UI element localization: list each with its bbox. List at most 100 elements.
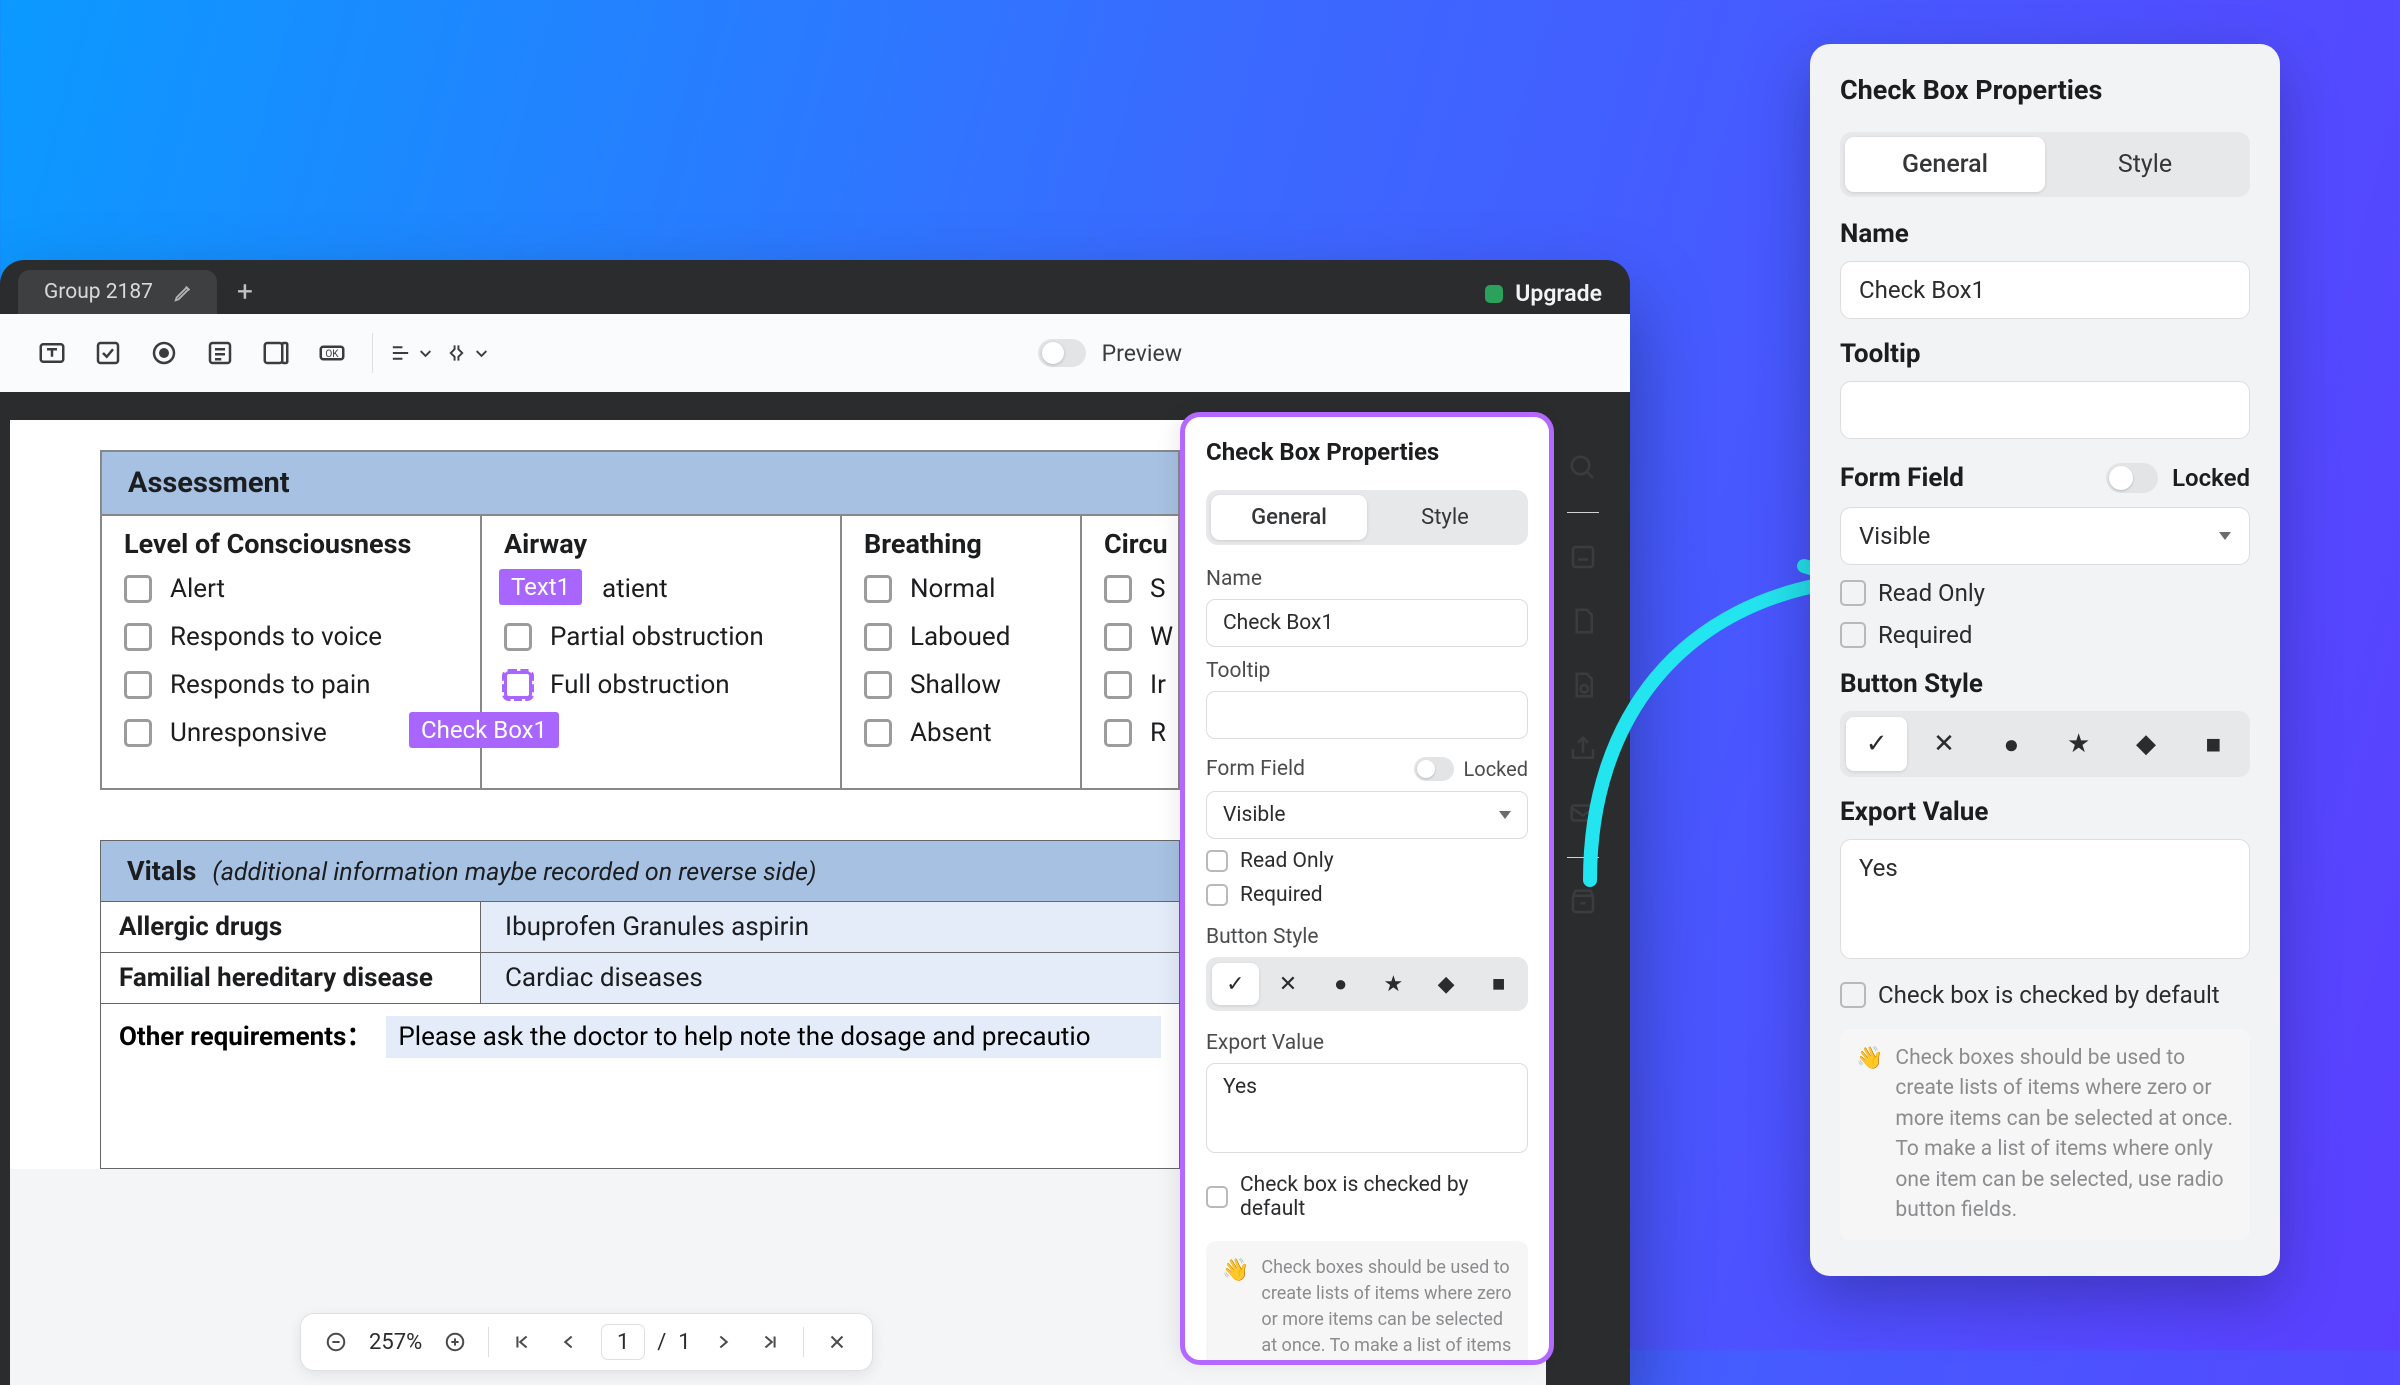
combo-box-tool[interactable] xyxy=(252,329,300,377)
preview-toggle[interactable]: Preview xyxy=(1038,339,1182,367)
right-tool-strip xyxy=(1546,430,1620,922)
vitals-row: Familial hereditary disease Cardiac dise… xyxy=(100,953,1180,1004)
list-box-tool[interactable] xyxy=(196,329,244,377)
style-circle[interactable]: ● xyxy=(1981,717,2042,771)
style-check[interactable]: ✓ xyxy=(1212,963,1259,1005)
visibility-select[interactable]: Visible xyxy=(1840,507,2250,565)
checkbox-label: Unresponsive xyxy=(170,718,327,748)
export-label: Export Value xyxy=(1206,1031,1528,1055)
field-badge-text1: Text1 xyxy=(499,569,582,605)
style-cross[interactable]: ✕ xyxy=(1265,963,1312,1005)
style-star[interactable]: ★ xyxy=(1370,963,1417,1005)
tools-dropdown[interactable] xyxy=(445,329,493,377)
tooltip-label: Tooltip xyxy=(1206,659,1528,683)
first-page-button[interactable] xyxy=(509,1329,535,1355)
share-icon[interactable] xyxy=(1563,729,1603,769)
pencil-icon[interactable] xyxy=(173,281,195,303)
visibility-value: Visible xyxy=(1859,522,1930,550)
export-value-input[interactable] xyxy=(1840,839,2250,959)
tab-general[interactable]: General xyxy=(1211,495,1367,540)
checkbox-tool[interactable] xyxy=(84,329,132,377)
upgrade-button[interactable]: Upgrade xyxy=(1485,280,1602,307)
locked-toggle[interactable] xyxy=(2106,463,2158,493)
assessment-heading: Assessment xyxy=(100,450,1180,514)
default-checked-checkbox[interactable] xyxy=(1840,982,1866,1008)
last-page-button[interactable] xyxy=(757,1329,783,1355)
zoom-in-button[interactable] xyxy=(442,1329,468,1355)
checkbox-row: Laboued xyxy=(864,622,1058,652)
checkbox-label: Absent xyxy=(910,718,992,748)
button-tool[interactable]: OK xyxy=(308,329,356,377)
checkbox[interactable] xyxy=(864,671,892,699)
checkbox-row: Alert xyxy=(124,574,458,604)
other-value[interactable]: Please ask the doctor to help note the d… xyxy=(386,1016,1161,1058)
style-check[interactable]: ✓ xyxy=(1846,717,1907,771)
selected-checkbox[interactable] xyxy=(504,671,532,699)
checkbox[interactable] xyxy=(864,575,892,603)
preview-label: Preview xyxy=(1102,340,1182,367)
new-tab-button[interactable]: + xyxy=(221,269,269,314)
radio-tool[interactable] xyxy=(140,329,188,377)
default-checked-checkbox[interactable] xyxy=(1206,1186,1228,1208)
archive-icon[interactable] xyxy=(1563,882,1603,922)
style-circle[interactable]: ● xyxy=(1317,963,1364,1005)
vitals-note: (additional information maybe recorded o… xyxy=(212,858,816,887)
checkbox[interactable] xyxy=(504,623,532,651)
tab-style[interactable]: Style xyxy=(2045,137,2245,192)
checkbox[interactable] xyxy=(1104,719,1132,747)
checkbox[interactable] xyxy=(1104,671,1132,699)
prev-page-button[interactable] xyxy=(555,1329,581,1355)
tab-general[interactable]: General xyxy=(1845,137,2045,192)
readonly-checkbox[interactable] xyxy=(1206,850,1228,872)
mail-icon[interactable] xyxy=(1563,793,1603,833)
checkbox[interactable] xyxy=(864,623,892,651)
name-input[interactable] xyxy=(1840,261,2250,319)
visibility-select[interactable]: Visible xyxy=(1206,791,1528,839)
upgrade-badge-icon xyxy=(1485,285,1503,303)
checkbox[interactable] xyxy=(864,719,892,747)
checkbox[interactable] xyxy=(124,719,152,747)
checkbox[interactable] xyxy=(1104,623,1132,651)
row-value[interactable]: Cardiac diseases xyxy=(481,953,1179,1003)
document-tab[interactable]: Group 2187 xyxy=(18,270,217,314)
buttonstyle-label: Button Style xyxy=(1840,669,2250,699)
page-settings-icon[interactable] xyxy=(1563,665,1603,705)
other-requirements: Other requirements： Please ask the docto… xyxy=(100,1004,1180,1169)
checkbox[interactable] xyxy=(1104,575,1132,603)
vitals-row: Allergic drugs Ibuprofen Granules aspiri… xyxy=(100,902,1180,953)
next-page-button[interactable] xyxy=(711,1329,737,1355)
locked-toggle[interactable] xyxy=(1414,757,1454,781)
checkbox-row: Absent xyxy=(864,718,1058,748)
tooltip-input[interactable] xyxy=(1206,691,1528,739)
locked-label: Locked xyxy=(1464,757,1528,781)
tooltip-input[interactable] xyxy=(1840,381,2250,439)
style-diamond[interactable]: ◆ xyxy=(1423,963,1470,1005)
search-icon[interactable] xyxy=(1563,448,1603,488)
export-value-input[interactable] xyxy=(1206,1063,1528,1153)
text-field-tool[interactable] xyxy=(28,329,76,377)
panel-tabs: General Style xyxy=(1840,132,2250,197)
required-checkbox[interactable] xyxy=(1206,884,1228,906)
zoom-out-button[interactable] xyxy=(323,1329,349,1355)
checkbox[interactable] xyxy=(124,575,152,603)
close-bar-button[interactable] xyxy=(824,1329,850,1355)
style-star[interactable]: ★ xyxy=(2048,717,2109,771)
style-cross[interactable]: ✕ xyxy=(1913,717,1974,771)
ocr-icon[interactable] xyxy=(1563,537,1603,577)
app-window: Group 2187 + Upgrade OK Preview xyxy=(0,260,1630,1385)
name-label: Name xyxy=(1840,219,2250,249)
form-document: Assessment Level of Consciousness Alert … xyxy=(10,420,1270,1169)
checkbox[interactable] xyxy=(124,671,152,699)
page-icon[interactable] xyxy=(1563,601,1603,641)
checkbox[interactable] xyxy=(124,623,152,651)
readonly-checkbox[interactable] xyxy=(1840,580,1866,606)
style-square[interactable]: ■ xyxy=(2183,717,2244,771)
style-diamond[interactable]: ◆ xyxy=(2115,717,2176,771)
required-checkbox[interactable] xyxy=(1840,622,1866,648)
row-value[interactable]: Ibuprofen Granules aspirin xyxy=(481,902,1179,952)
name-input[interactable] xyxy=(1206,599,1528,647)
style-square[interactable]: ■ xyxy=(1475,963,1522,1005)
tab-style[interactable]: Style xyxy=(1367,495,1523,540)
align-dropdown[interactable] xyxy=(389,329,437,377)
current-page-input[interactable]: 1 xyxy=(601,1324,645,1360)
